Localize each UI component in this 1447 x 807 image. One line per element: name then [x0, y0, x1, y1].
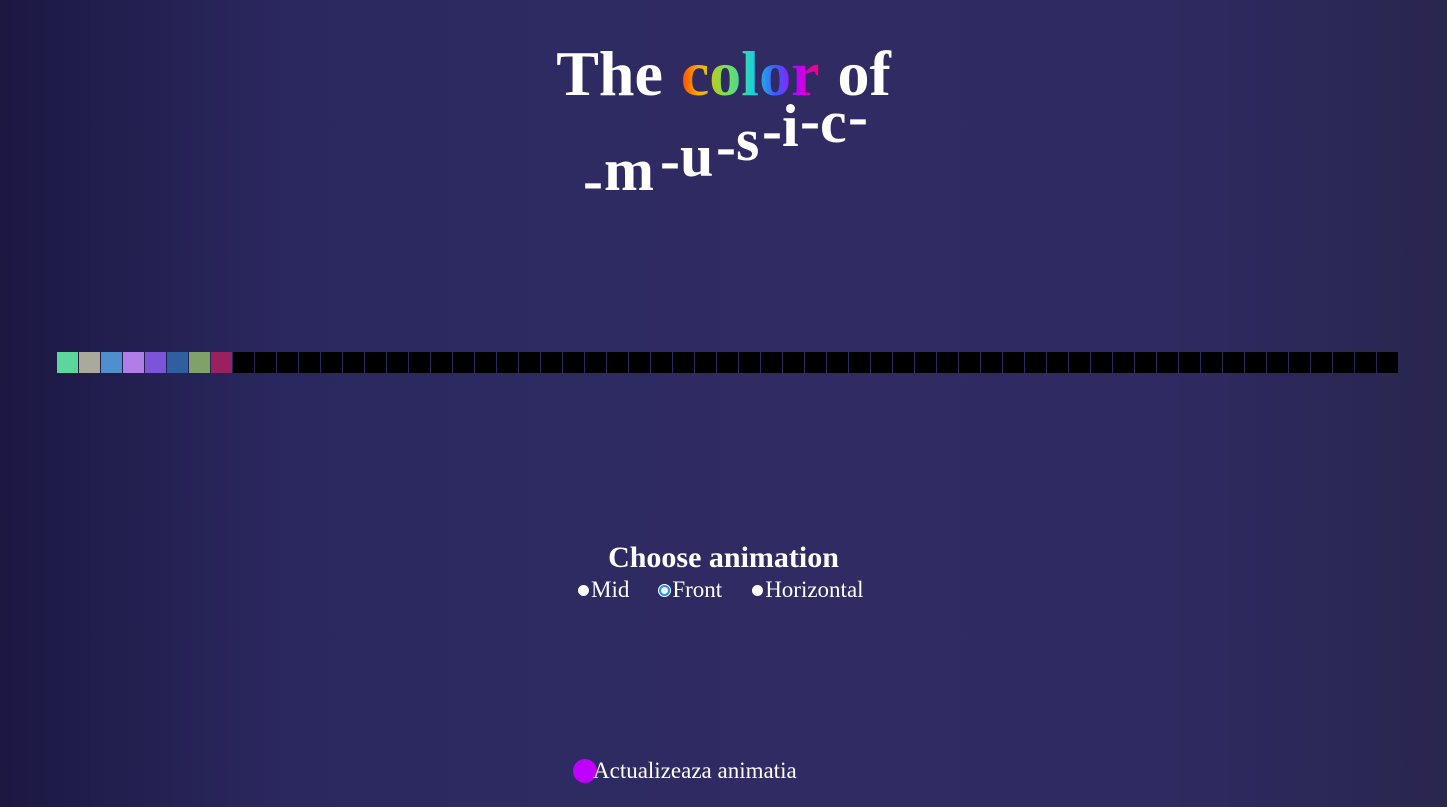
visualizer-square [1179, 352, 1200, 373]
visualizer-square [123, 352, 144, 373]
visualizer-square [695, 352, 716, 373]
visualizer-square [651, 352, 672, 373]
visualizer-square [739, 352, 760, 373]
radio-mid-dot[interactable] [578, 584, 589, 596]
visualizer-square [761, 352, 782, 373]
refresh-label: Actualizeaza animatia [593, 758, 797, 783]
visualizer-square [343, 352, 364, 373]
visualizer-square [233, 352, 254, 373]
animation-heading: Choose animation [608, 541, 839, 574]
visualizer-square [299, 352, 320, 373]
visualizer-square [189, 352, 210, 373]
visualizer-square [79, 352, 100, 373]
visualizer-square [1377, 352, 1398, 373]
visualizer-square [167, 352, 188, 373]
visualizer-square [1113, 352, 1134, 373]
visualizer-square [1311, 352, 1332, 373]
visualizer-square [1003, 352, 1024, 373]
music-letter-c: c [820, 89, 847, 155]
visualizer-square [629, 352, 650, 373]
visualizer-square [585, 352, 606, 373]
visualizer-square [981, 352, 1002, 373]
visualizer-square [783, 352, 804, 373]
visualizer-square [453, 352, 474, 373]
visualizer-square [1091, 352, 1112, 373]
music-dash: - [762, 97, 782, 163]
visualizer-square [1333, 352, 1354, 373]
visualizer-square [365, 352, 386, 373]
music-dash: - [848, 83, 868, 149]
music-dash: - [716, 113, 736, 179]
visualizer-square [805, 352, 826, 373]
radio-mid[interactable]: Mid [578, 577, 629, 603]
visualizer-square [57, 352, 78, 373]
radio-front-dot[interactable] [659, 584, 671, 596]
visualizer-square [409, 352, 430, 373]
music-letter-m: m [604, 137, 654, 203]
visualizer-square [871, 352, 892, 373]
radio-horizontal[interactable]: Horizontal [752, 577, 864, 603]
visualizer-square [321, 352, 342, 373]
visualizer-square [915, 352, 936, 373]
visualizer-square [1069, 352, 1090, 373]
visualizer-square [1245, 352, 1266, 373]
visualizer-square [277, 352, 298, 373]
visualizer-square [1135, 352, 1156, 373]
visualizer-square [1289, 352, 1310, 373]
music-dash: - [583, 147, 603, 213]
visualizer-square [563, 352, 584, 373]
radio-mid-label: Mid [591, 577, 630, 602]
visualizer-square [497, 352, 518, 373]
visualizer-square [1355, 352, 1376, 373]
visualizer-square [673, 352, 694, 373]
visualizer-square [211, 352, 232, 373]
visualizer-square [541, 352, 562, 373]
visualizer-square [431, 352, 452, 373]
visualizer-square [1025, 352, 1046, 373]
visualizer-square [893, 352, 914, 373]
animation-radio-group: Mid Front Horizontal [578, 577, 894, 603]
visualizer-square [1267, 352, 1288, 373]
visualizer-square [101, 352, 122, 373]
visualizer-square [255, 352, 276, 373]
visualizer-square [145, 352, 166, 373]
visualizer-square [1201, 352, 1222, 373]
music-title: - m - u - s - i - c - [0, 86, 1447, 210]
visualizer-square [849, 352, 870, 373]
visualizer-square [1047, 352, 1068, 373]
visualizer-square [387, 352, 408, 373]
visualizer-square [937, 352, 958, 373]
visualizer-square [1157, 352, 1178, 373]
radio-front[interactable]: Front [659, 577, 722, 603]
visualizer-square [519, 352, 540, 373]
radio-front-label: Front [672, 577, 723, 602]
music-dash: - [660, 127, 680, 193]
visualizer-square [959, 352, 980, 373]
visualizer-square [1223, 352, 1244, 373]
music-letter-u: u [680, 123, 714, 189]
visualizer-square [717, 352, 738, 373]
music-letter-s: s [736, 107, 760, 173]
visualizer-square [827, 352, 848, 373]
visualizer-bar [57, 352, 1398, 373]
radio-horizontal-dot[interactable] [752, 584, 764, 596]
refresh-animation-button[interactable]: Actualizeaza animatia [573, 758, 797, 784]
music-letter-i: i [782, 93, 799, 159]
visualizer-square [607, 352, 628, 373]
visualizer-square [475, 352, 496, 373]
music-dash: - [800, 87, 820, 153]
radio-horizontal-label: Horizontal [765, 577, 864, 602]
